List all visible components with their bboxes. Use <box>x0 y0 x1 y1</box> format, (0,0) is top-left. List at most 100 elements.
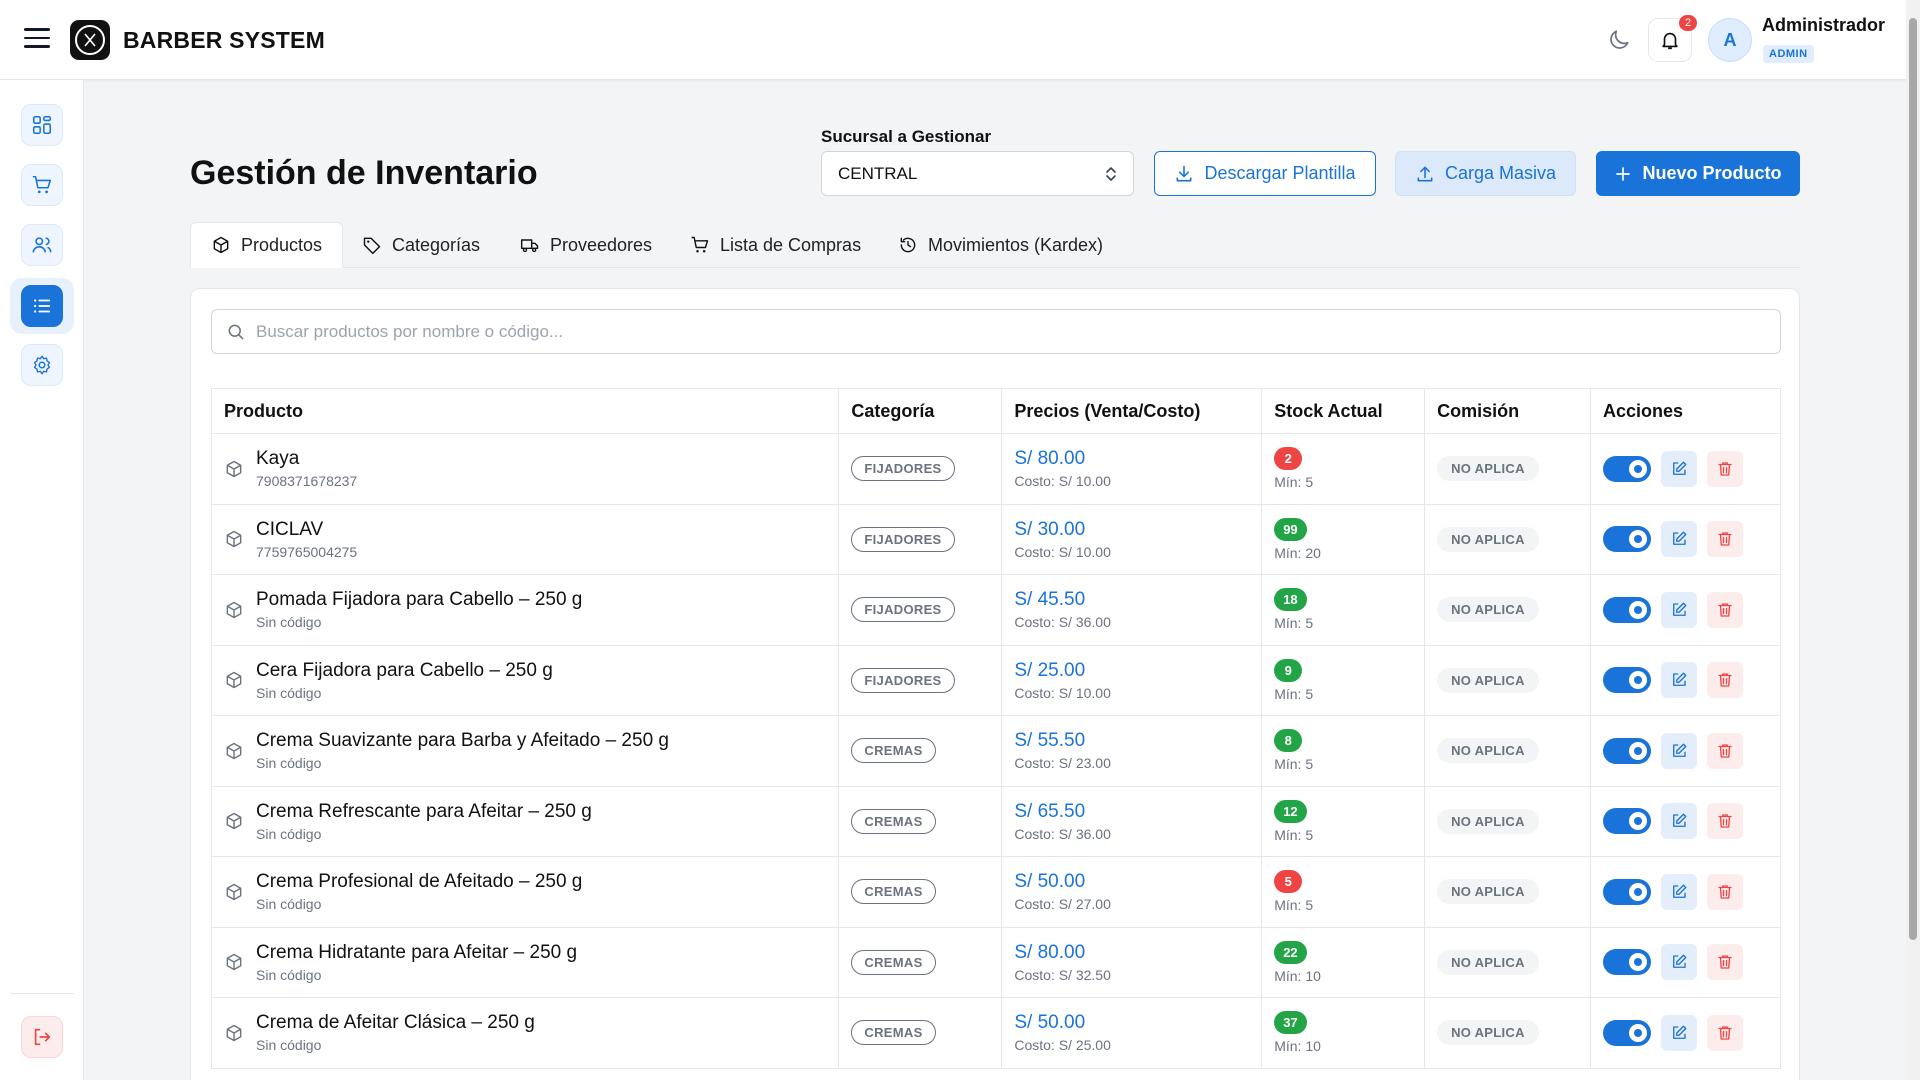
edit-button[interactable] <box>1661 732 1698 769</box>
tab-bar: Productos Categorías Proveedores Lista d… <box>190 222 1800 268</box>
search-input[interactable] <box>256 321 1756 342</box>
tab-proveedores-label: Proveedores <box>550 234 653 255</box>
tab-categorias-label: Categorías <box>392 234 481 255</box>
delete-button[interactable] <box>1707 591 1744 628</box>
sale-price: S/ 80.00 <box>1014 448 1086 470</box>
active-toggle[interactable] <box>1603 878 1652 905</box>
delete-button[interactable] <box>1707 944 1744 981</box>
edit-button[interactable] <box>1661 1014 1698 1051</box>
scrollbar-thumb[interactable] <box>1909 18 1917 940</box>
delete-button[interactable] <box>1707 732 1744 769</box>
product-name: Kaya <box>256 448 300 470</box>
cost-price: Costo: S/ 10.00 <box>1014 684 1111 701</box>
edit-button[interactable] <box>1661 944 1698 981</box>
sale-price: S/ 50.00 <box>1014 871 1086 893</box>
product-cell: Crema Hidratante para Afeitar – 250 g Si… <box>210 926 840 998</box>
edit-icon <box>1673 1025 1687 1039</box>
notifications-button[interactable]: 2 <box>1648 15 1697 62</box>
product-name: Crema de Afeitar Clásica – 250 g <box>256 1012 535 1034</box>
delete-button[interactable] <box>1707 803 1744 840</box>
actions-cell <box>1590 785 1781 857</box>
product-cell: Cera Fijadora para Cabello – 250 g Sin c… <box>210 644 840 716</box>
delete-button[interactable] <box>1707 521 1744 558</box>
bulk-upload-button[interactable]: Carga Masiva <box>1395 151 1576 196</box>
commission-badge: NO APLICA <box>1437 597 1539 623</box>
cost-price: Costo: S/ 10.00 <box>1014 543 1111 560</box>
new-product-label: Nuevo Producto <box>1642 163 1782 183</box>
edit-button[interactable] <box>1661 873 1698 910</box>
logout-icon <box>34 1028 51 1046</box>
edit-button[interactable] <box>1661 450 1698 487</box>
avatar[interactable]: A <box>1708 18 1752 62</box>
category-cell: FIJADORES <box>838 574 1003 646</box>
new-product-button[interactable]: Nuevo Producto <box>1596 151 1800 196</box>
column-header-producto: Producto <box>210 388 840 434</box>
edit-button[interactable] <box>1661 521 1698 558</box>
sidebar-item-inventory[interactable] <box>21 285 63 327</box>
active-toggle[interactable] <box>1603 455 1652 482</box>
price-cell: S/ 45.50 Costo: S/ 36.00 <box>1001 574 1263 646</box>
product-code: 7908371678237 <box>256 473 358 490</box>
commission-badge: NO APLICA <box>1437 1020 1539 1046</box>
box-icon <box>226 954 242 971</box>
tab-lista-compras[interactable]: Lista de Compras <box>690 222 861 268</box>
active-toggle[interactable] <box>1603 526 1652 553</box>
product-name: Cera Fijadora para Cabello – 250 g <box>256 659 553 681</box>
stock-min: Mín: 5 <box>1274 474 1314 491</box>
price-cell: S/ 80.00 Costo: S/ 32.50 <box>1001 926 1263 998</box>
chevron-up-down-icon <box>1106 166 1116 181</box>
delete-button[interactable] <box>1707 662 1744 699</box>
commission-badge: NO APLICA <box>1437 808 1539 834</box>
active-toggle[interactable] <box>1603 808 1652 835</box>
actions-cell <box>1590 503 1781 575</box>
edit-icon <box>1673 743 1687 757</box>
moon-icon[interactable] <box>1606 27 1632 53</box>
category-chip: CREMAS <box>851 1020 936 1046</box>
category-cell: CREMAS <box>838 997 1003 1069</box>
stock-min: Mín: 10 <box>1274 1038 1321 1055</box>
tab-categorias[interactable]: Categorías <box>362 222 480 268</box>
sidebar-item-settings[interactable] <box>21 344 63 386</box>
active-toggle[interactable] <box>1603 737 1652 764</box>
product-code: Sin código <box>256 825 322 842</box>
delete-button[interactable] <box>1707 873 1744 910</box>
cost-price: Costo: S/ 36.00 <box>1014 614 1111 631</box>
tab-productos[interactable]: Productos <box>190 222 344 268</box>
stock-min: Mín: 10 <box>1274 967 1321 984</box>
actions-cell <box>1590 644 1781 716</box>
active-toggle[interactable] <box>1603 1019 1652 1046</box>
delete-button[interactable] <box>1707 450 1744 487</box>
branch-select[interactable]: CENTRAL <box>821 151 1134 196</box>
edit-button[interactable] <box>1661 662 1698 699</box>
product-cell: Kaya 7908371678237 <box>210 433 840 505</box>
category-chip: CREMAS <box>851 808 936 834</box>
column-header-comision: Comisión <box>1424 388 1592 434</box>
sidebar-item-users[interactable] <box>21 224 63 266</box>
edit-button[interactable] <box>1661 803 1698 840</box>
tab-movimientos[interactable]: Movimientos (Kardex) <box>898 222 1103 268</box>
price-cell: S/ 30.00 Costo: S/ 10.00 <box>1001 503 1263 575</box>
active-toggle[interactable] <box>1603 667 1652 694</box>
tab-proveedores[interactable]: Proveedores <box>520 222 652 268</box>
download-template-label: Descargar Plantilla <box>1204 163 1356 183</box>
category-chip: FIJADORES <box>851 526 955 552</box>
logout-button[interactable] <box>21 1016 63 1058</box>
trash-icon <box>1718 744 1732 758</box>
edit-button[interactable] <box>1661 591 1698 628</box>
price-cell: S/ 55.50 Costo: S/ 23.00 <box>1001 715 1263 787</box>
commission-cell: NO APLICA <box>1424 785 1592 857</box>
sidebar-divider <box>10 993 74 994</box>
category-cell: CREMAS <box>838 715 1003 787</box>
sale-price: S/ 45.50 <box>1014 589 1086 611</box>
download-template-button[interactable]: Descargar Plantilla <box>1154 151 1376 196</box>
sidebar-item-sales[interactable] <box>21 164 63 206</box>
active-toggle[interactable] <box>1603 596 1652 623</box>
sidebar-item-dashboard[interactable] <box>21 104 63 146</box>
page-scrollbar[interactable] <box>1906 0 1920 1080</box>
stock-badge: 12 <box>1274 799 1307 823</box>
active-toggle[interactable] <box>1603 949 1652 976</box>
list-icon <box>34 299 51 313</box>
menu-icon[interactable] <box>24 28 50 50</box>
delete-button[interactable] <box>1707 1014 1744 1051</box>
sale-price: S/ 25.00 <box>1014 659 1086 681</box>
